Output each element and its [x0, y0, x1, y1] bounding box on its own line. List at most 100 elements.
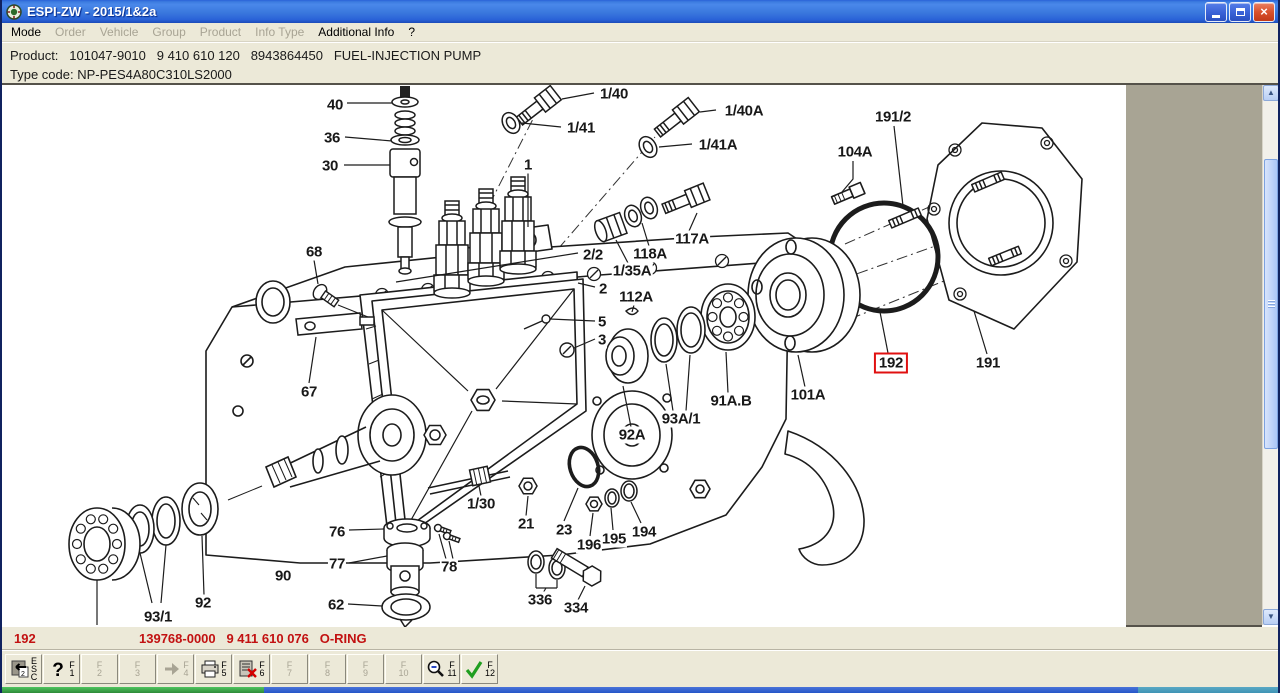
part-label-196: 196	[575, 536, 603, 554]
toolbar-key-label: F 10	[398, 660, 409, 678]
part-label-194: 194	[630, 523, 658, 541]
drawing-panel: 40 36 30 1/40 1/41 1/40A 1/41A 191/2 104A 117A 118…	[2, 85, 1278, 627]
scroll-down-button[interactable]: ▼	[1263, 609, 1278, 625]
taskbar-window-segment	[1138, 687, 1278, 693]
toolbar-button-f8: F8	[309, 654, 346, 684]
restore-button[interactable]	[1229, 1, 1251, 22]
product-label: Product:	[10, 48, 59, 63]
delivery-valve-column	[388, 86, 422, 275]
toolbar-button-f10: F 10	[385, 654, 422, 684]
menu-item-order: Order	[55, 25, 86, 39]
printer-icon	[200, 659, 220, 679]
bearing-91ab	[700, 283, 756, 351]
part-label-191: 191	[974, 354, 1002, 372]
toolbar-button-f6[interactable]: F6	[233, 654, 270, 684]
type-code-label: Type code:	[10, 67, 74, 82]
app-window: ESPI-ZW - 2015/1&2a × Mode Order Vehicle Gr…	[0, 0, 1280, 693]
part-label-5: 5	[596, 313, 608, 331]
part-label-1-40: 1/40	[599, 85, 629, 103]
arrow-right-icon	[162, 659, 182, 679]
toolbar-button-f12[interactable]: F 12	[461, 654, 498, 684]
toolbar-key-label: F8	[324, 660, 331, 678]
toolbar-key-label: F2	[96, 660, 103, 678]
part-label-2-2: 2/2	[582, 246, 604, 264]
toolbar-button-f4: F4	[157, 654, 194, 684]
toolbar-button-esc[interactable]: 2 ESC	[5, 654, 42, 684]
product-value: 101047-9010 9 410 610 120 8943864450 FUE…	[69, 48, 482, 63]
part-label-1-41: 1/41	[566, 119, 596, 137]
check-icon	[464, 659, 484, 679]
taskbar-middle-segment	[264, 687, 1138, 693]
part-label-1-41a: 1/41A	[697, 136, 739, 154]
part-label-192[interactable]: 192	[873, 352, 909, 374]
menu-item-info-type: Info Type	[255, 25, 305, 39]
part-label-1: 1	[522, 156, 534, 174]
restore-icon	[1235, 7, 1245, 16]
scrollbar-thumb[interactable]	[1264, 159, 1278, 449]
toolbar-key-label: F 11	[447, 660, 457, 678]
parts-diagram	[68, 85, 1083, 627]
scroll-up-button[interactable]: ▲	[1263, 85, 1278, 101]
list-remove-icon	[238, 659, 258, 679]
product-panel: Product: 101047-9010 9 410 610 120 89438…	[2, 42, 1278, 85]
part-label-3: 3	[596, 331, 608, 349]
toolbar-key-label: ESC	[30, 656, 38, 682]
toolbar-button-f11[interactable]: F 11	[423, 654, 460, 684]
zoom-out-icon	[426, 659, 446, 679]
part-label-117a: 117A	[674, 230, 710, 248]
part-label-76: 76	[327, 523, 347, 541]
part-label-68: 68	[304, 243, 324, 261]
menu-bar: Mode Order Vehicle Group Product Info Type Add…	[2, 23, 1278, 42]
menu-item-mode[interactable]: Mode	[4, 24, 48, 40]
svg-text:?: ?	[52, 660, 64, 679]
part-label-1-30: 1/30	[466, 495, 496, 513]
window-title: ESPI-ZW - 2015/1&2a	[27, 4, 157, 19]
part-label-30: 30	[320, 157, 340, 175]
toolbar-key-label: F4	[183, 660, 189, 678]
part-label-77: 77	[327, 555, 347, 573]
status-part-ref: 192	[14, 631, 36, 646]
toolbar-key-label: F9	[362, 660, 369, 678]
toolbar-key-label: F3	[134, 660, 141, 678]
menu-item-vehicle: Vehicle	[99, 25, 139, 39]
part-label-90: 90	[273, 567, 293, 585]
toolbar-button-f5[interactable]: F5	[195, 654, 232, 684]
toolbar-key-label: F 12	[484, 660, 495, 678]
status-bar: 192 139768-0000 9 411 610 076 O-RING	[2, 627, 1278, 650]
diagram-canvas[interactable]: 40 36 30 1/40 1/41 1/40A 1/41A 191/2 104A 117A 118…	[2, 85, 1126, 627]
close-icon: ×	[1260, 4, 1268, 19]
toolbar-key-label: F7	[286, 660, 293, 678]
type-code-value: NP-PES4A80C310LS2000	[77, 67, 232, 82]
part-label-40: 40	[325, 96, 345, 114]
part-label-112a: 112A	[618, 288, 654, 306]
part-label-92a: 92A	[617, 426, 647, 444]
part-label-104a: 104A	[836, 143, 874, 161]
menu-item--[interactable]: ?	[401, 24, 422, 40]
part-label-2: 2	[597, 280, 609, 298]
type-code-line: Type code: NP-PES4A80C310LS2000	[10, 65, 1278, 84]
status-part-info: 139768-0000 9 411 610 076 O-RING	[139, 631, 367, 646]
toolbar-button-f7: F7	[271, 654, 308, 684]
taskbar-start-segment	[2, 687, 264, 693]
part-label-23: 23	[554, 521, 574, 539]
title-bar: ESPI-ZW - 2015/1&2a ×	[2, 0, 1278, 23]
part-label-191-2: 191/2	[873, 108, 913, 126]
part-label-93a-1: 93A/1	[660, 410, 702, 428]
part-label-62: 62	[326, 596, 346, 614]
exit-icon: 2	[10, 659, 30, 679]
toolbar-button-f3: F3	[119, 654, 156, 684]
part-label-118a: 118A	[632, 245, 668, 263]
menu-item-additional-info[interactable]: Additional Info	[311, 24, 401, 40]
toolbar-button-f2: F2	[81, 654, 118, 684]
vertical-scrollbar[interactable]: ▲ ▼	[1262, 85, 1278, 625]
app-icon	[6, 3, 22, 20]
toolbar-button-f9: F9	[347, 654, 384, 684]
part-label-336: 336	[526, 591, 554, 609]
part-label-36: 36	[322, 129, 342, 147]
minimize-button[interactable]	[1205, 1, 1227, 22]
function-key-toolbar: 2 E S C? F 1 F 2 F 3 F 4 F 5 F 6 F 7 F 8 F 9 F 10 F 11 F 12	[2, 650, 1278, 687]
close-button[interactable]: ×	[1253, 1, 1275, 22]
part-label-92: 92	[193, 594, 213, 612]
part-label-91a-b: 91A.B	[709, 392, 753, 410]
toolbar-button-f1[interactable]: ? F 1	[43, 654, 80, 684]
